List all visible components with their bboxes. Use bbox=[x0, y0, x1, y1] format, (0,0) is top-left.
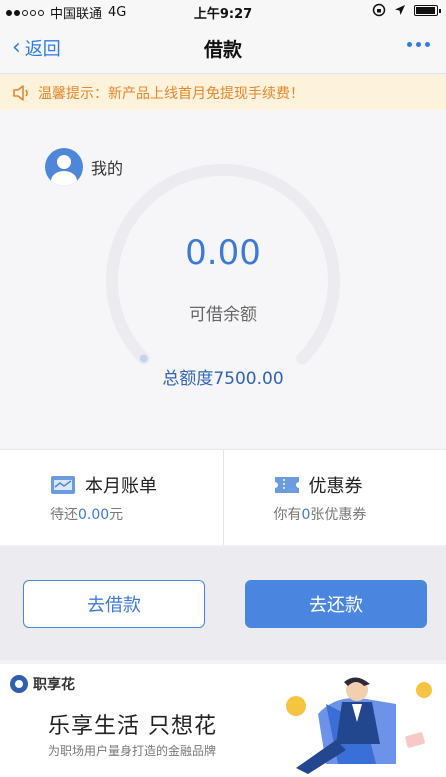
banner-sub: 为职场用户量身打造的金融品牌 bbox=[48, 744, 217, 758]
status-bar: 中国联通 4G 上午9:27 bbox=[0, 0, 446, 22]
action-area: 去借款 去还款 bbox=[0, 546, 446, 660]
bill-icon bbox=[51, 476, 75, 494]
status-right bbox=[372, 3, 441, 17]
coupon-icon bbox=[274, 477, 299, 493]
avatar-icon bbox=[45, 148, 83, 186]
coupon-card[interactable]: 优惠券 你有0张优惠券 bbox=[222, 450, 446, 545]
mine-entry[interactable]: 我的 bbox=[45, 148, 123, 186]
available-label: 可借余额 bbox=[189, 305, 257, 325]
promo-banner[interactable]: 职享花 乐享生活 只想花 为职场用户量身打造的金融品牌 bbox=[0, 664, 446, 777]
location-icon bbox=[395, 5, 405, 15]
notice-text: 温馨提示：新产品上线首月免提现手续费！ bbox=[38, 85, 304, 102]
lock-rotation-icon bbox=[372, 3, 386, 17]
mine-label: 我的 bbox=[91, 159, 124, 178]
repay-button[interactable]: 去还款 bbox=[245, 580, 427, 628]
coupon-title: 优惠券 bbox=[308, 476, 363, 497]
notice-bar: 温馨提示：新产品上线首月免提现手续费！ bbox=[0, 75, 446, 110]
speaker-icon bbox=[13, 84, 28, 101]
coupon-sub-prefix: 你有 bbox=[273, 507, 302, 523]
info-cards: 本月账单 待还0.00元 优惠券 你有0张优惠券 bbox=[0, 449, 446, 545]
more-dots-icon[interactable] bbox=[407, 42, 430, 47]
borrow-button[interactable]: 去借款 bbox=[23, 580, 205, 628]
coupon-sub: 你有0张优惠券 bbox=[274, 504, 446, 524]
quota-panel: 我的 0.00 可借余额 总额度7500.00 bbox=[0, 110, 446, 448]
page-title: 借款 bbox=[203, 39, 242, 61]
battery-icon bbox=[414, 4, 441, 16]
available-amount: 0.00 bbox=[185, 233, 261, 273]
bill-sub-value: 0.00 bbox=[78, 507, 110, 523]
coupon-sub-suffix: 张优惠券 bbox=[310, 507, 367, 523]
bill-sub-suffix: 元 bbox=[109, 507, 124, 523]
total-quota: 总额度7500.00 bbox=[162, 369, 284, 389]
brand-logo-icon bbox=[10, 675, 28, 693]
bill-sub-prefix: 待还 bbox=[50, 507, 78, 523]
bill-sub: 待还0.00元 bbox=[50, 504, 223, 524]
monthly-bill-card[interactable]: 本月账单 待还0.00元 bbox=[0, 450, 223, 545]
bill-title: 本月账单 bbox=[85, 476, 157, 497]
banner-slogan: 乐享生活 只想花 bbox=[48, 714, 217, 739]
banner-illustration bbox=[286, 677, 432, 774]
brand-name: 职享花 bbox=[33, 677, 75, 693]
brand: 职享花 bbox=[10, 674, 75, 694]
nav-bar: ‹ 返回 借款 bbox=[0, 22, 446, 74]
